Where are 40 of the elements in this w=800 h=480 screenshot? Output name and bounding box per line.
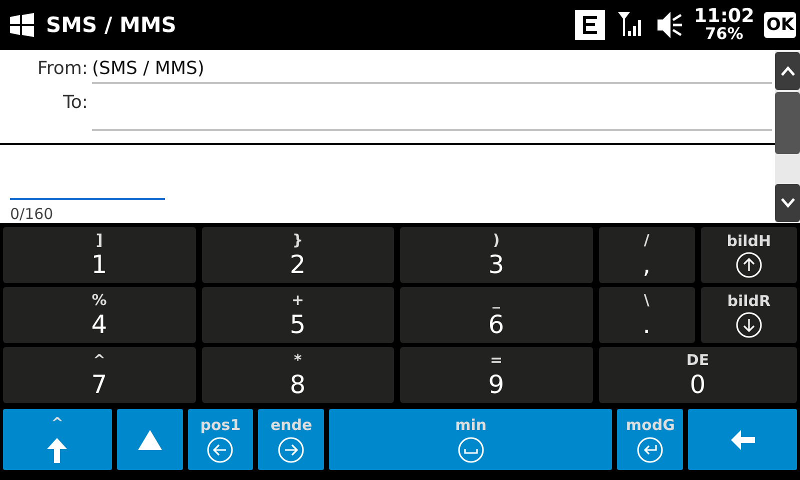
chevron-down-icon <box>780 198 794 208</box>
ok-button[interactable]: OK <box>764 12 796 38</box>
keypad-key[interactable]: * 8 <box>202 347 394 403</box>
windows-logo-icon[interactable] <box>8 12 36 38</box>
keypad-key[interactable]: } 2 <box>202 227 394 283</box>
keypad-key[interactable]: _ 6 <box>400 287 592 343</box>
window-title: SMS / MMS <box>46 13 178 37</box>
keypad-key[interactable]: / , <box>598 227 695 283</box>
message-input-line[interactable] <box>10 198 165 200</box>
scroll-thumb[interactable] <box>775 92 800 154</box>
from-label: From: <box>36 57 88 79</box>
character-counter: 0/160 <box>10 205 54 223</box>
keypad-key[interactable]: % 4 <box>3 287 196 343</box>
clock-time: 11:02 <box>694 8 754 25</box>
chevron-up-icon <box>780 66 794 76</box>
keypad-key[interactable] <box>116 409 183 470</box>
keypad-key[interactable]: DE 0 <box>598 347 797 403</box>
arrow-right-icon <box>278 436 304 462</box>
keypad-key[interactable]: = 9 <box>400 347 592 403</box>
arrow-down-icon <box>736 312 762 338</box>
arrow-left-icon <box>207 436 234 462</box>
speaker-muted-icon <box>656 10 684 40</box>
keypad-key[interactable]: bildH <box>700 227 797 283</box>
scroll-down-button[interactable] <box>775 184 800 222</box>
from-field[interactable]: (SMS / MMS) <box>92 50 772 84</box>
scroll-up-button[interactable] <box>775 52 800 90</box>
keypad-key[interactable] <box>688 409 797 470</box>
keypad-key[interactable]: ] 1 <box>3 227 196 283</box>
keypad-key[interactable]: \ . <box>598 287 695 343</box>
keypad-key[interactable]: + 5 <box>202 287 394 343</box>
arrow-left-icon <box>730 428 756 450</box>
battery-level: 76% <box>704 25 744 42</box>
keypad-key[interactable]: ) 3 <box>400 227 592 283</box>
space-bar-icon <box>458 436 484 462</box>
to-label: To: <box>62 91 88 113</box>
menu-icon[interactable] <box>574 9 606 41</box>
keypad-key[interactable]: ^ 7 <box>3 347 196 403</box>
keypad-key[interactable]: bildR <box>700 287 797 343</box>
triangle-icon <box>136 428 163 450</box>
arrow-up-icon <box>736 252 762 278</box>
